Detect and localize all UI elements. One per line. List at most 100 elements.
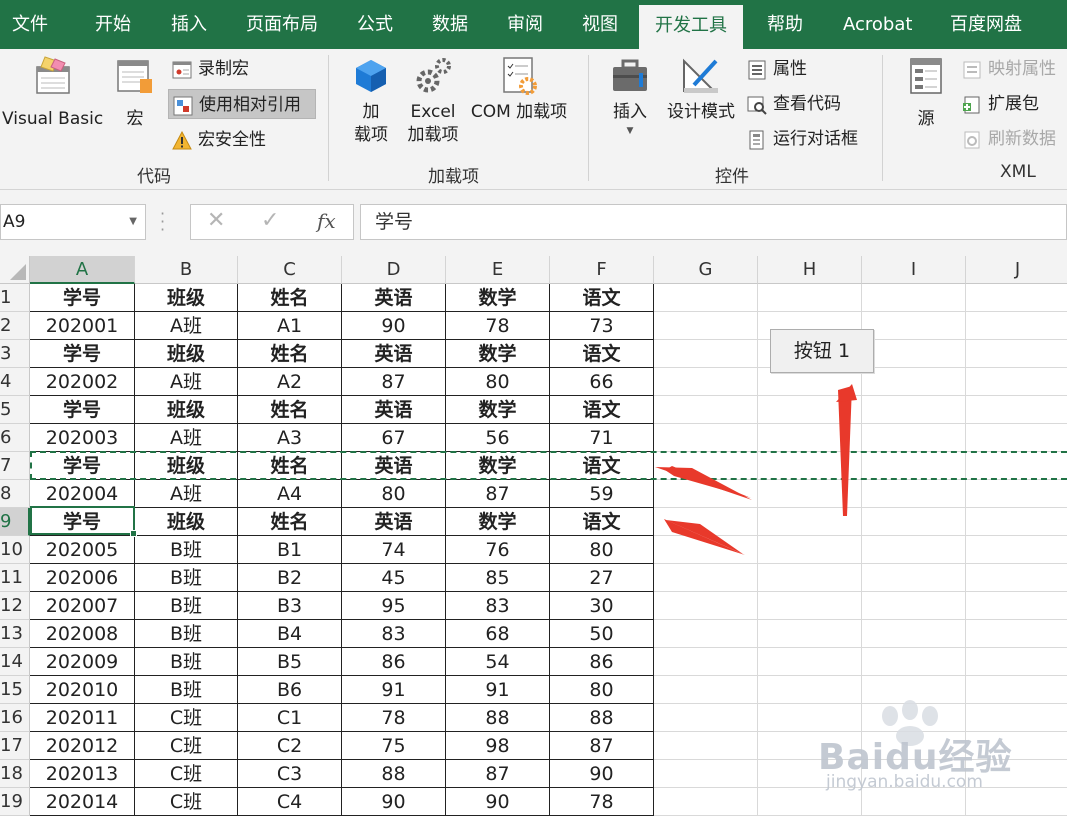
empty-cell[interactable] [654,508,758,536]
table-cell[interactable]: C班 [135,704,238,732]
table-cell[interactable]: 78 [446,312,550,340]
column-header-c[interactable]: C [238,256,342,284]
row-header[interactable]: 9 [0,508,30,536]
column-header-e[interactable]: E [446,256,550,284]
empty-cell[interactable] [966,732,1067,760]
table-cell[interactable]: 学号 [30,508,135,536]
formula-input[interactable]: 学号 [360,204,1067,240]
table-cell[interactable]: C4 [238,788,342,816]
xml-source-button[interactable]: 源 [900,55,952,129]
empty-cell[interactable] [862,424,966,452]
row-header[interactable]: 7 [0,452,30,480]
empty-cell[interactable] [966,396,1067,424]
table-cell[interactable]: 27 [550,564,654,592]
row-header[interactable]: 2 [0,312,30,340]
column-header-d[interactable]: D [342,256,446,284]
empty-cell[interactable] [758,564,862,592]
table-cell[interactable]: 91 [342,676,446,704]
table-cell[interactable]: 87 [446,480,550,508]
row-header[interactable]: 10 [0,536,30,564]
row-header[interactable]: 13 [0,620,30,648]
table-cell[interactable]: 90 [342,788,446,816]
table-cell[interactable]: 学号 [30,396,135,424]
table-cell[interactable]: 语文 [550,452,654,480]
empty-cell[interactable] [758,284,862,312]
table-cell[interactable]: 英语 [342,284,446,312]
table-cell[interactable]: A2 [238,368,342,396]
table-cell[interactable]: 66 [550,368,654,396]
table-cell[interactable]: 姓名 [238,396,342,424]
tab-insert[interactable]: 插入 [171,0,207,49]
empty-cell[interactable] [654,480,758,508]
map-properties-button[interactable]: 映射属性 [958,54,1056,84]
table-cell[interactable]: B班 [135,536,238,564]
use-relative-references-button[interactable]: 使用相对引用 [168,89,316,119]
table-cell[interactable]: 88 [342,760,446,788]
table-cell[interactable]: 班级 [135,284,238,312]
table-cell[interactable]: B3 [238,592,342,620]
empty-cell[interactable] [862,704,966,732]
table-cell[interactable]: 68 [446,620,550,648]
cancel-icon[interactable]: ✕ [207,208,225,233]
table-cell[interactable]: 87 [342,368,446,396]
empty-cell[interactable] [862,788,966,816]
table-cell[interactable]: 30 [550,592,654,620]
table-cell[interactable]: 90 [446,788,550,816]
table-cell[interactable]: 202012 [30,732,135,760]
table-cell[interactable]: 姓名 [238,284,342,312]
row-header[interactable]: 8 [0,480,30,508]
table-cell[interactable]: 姓名 [238,508,342,536]
table-cell[interactable]: 姓名 [238,452,342,480]
empty-cell[interactable] [862,620,966,648]
empty-cell[interactable] [758,592,862,620]
table-cell[interactable]: 74 [342,536,446,564]
row-header[interactable]: 12 [0,592,30,620]
table-cell[interactable]: C班 [135,760,238,788]
table-cell[interactable]: 语文 [550,508,654,536]
table-cell[interactable]: 数学 [446,340,550,368]
table-cell[interactable]: 88 [550,704,654,732]
table-cell[interactable]: 班级 [135,396,238,424]
macro-security-button[interactable]: 宏安全性 [168,125,266,155]
table-cell[interactable]: A班 [135,424,238,452]
row-header[interactable]: 5 [0,396,30,424]
table-cell[interactable]: 英语 [342,396,446,424]
empty-cell[interactable] [862,340,966,368]
table-cell[interactable]: A3 [238,424,342,452]
table-cell[interactable]: A班 [135,368,238,396]
empty-cell[interactable] [966,340,1067,368]
table-cell[interactable]: 语文 [550,396,654,424]
empty-cell[interactable] [966,620,1067,648]
table-cell[interactable]: 202010 [30,676,135,704]
column-header-f[interactable]: F [550,256,654,284]
empty-cell[interactable] [758,396,862,424]
row-header[interactable]: 1 [0,284,30,312]
empty-cell[interactable] [654,564,758,592]
table-cell[interactable]: 67 [342,424,446,452]
insert-control-button[interactable]: 插入 ▼ [604,55,656,136]
empty-cell[interactable] [966,592,1067,620]
empty-cell[interactable] [758,732,862,760]
empty-cell[interactable] [654,340,758,368]
empty-cell[interactable] [966,284,1067,312]
table-cell[interactable]: 75 [342,732,446,760]
table-cell[interactable]: 班级 [135,340,238,368]
tab-formulas[interactable]: 公式 [357,0,393,49]
empty-cell[interactable] [758,704,862,732]
table-cell[interactable]: 班级 [135,452,238,480]
design-mode-button[interactable]: 设计模式 [663,55,739,124]
record-macro-button[interactable]: 录制宏 [168,54,249,84]
column-header-i[interactable]: I [862,256,966,284]
table-cell[interactable]: 83 [446,592,550,620]
com-addins-button[interactable]: COM 加载项 [466,55,572,124]
table-cell[interactable]: B班 [135,592,238,620]
empty-cell[interactable] [966,452,1067,480]
empty-cell[interactable] [758,536,862,564]
column-header-b[interactable]: B [135,256,238,284]
empty-cell[interactable] [654,592,758,620]
empty-cell[interactable] [654,788,758,816]
empty-cell[interactable] [654,704,758,732]
empty-cell[interactable] [654,452,758,480]
empty-cell[interactable] [654,648,758,676]
table-cell[interactable]: 语文 [550,284,654,312]
